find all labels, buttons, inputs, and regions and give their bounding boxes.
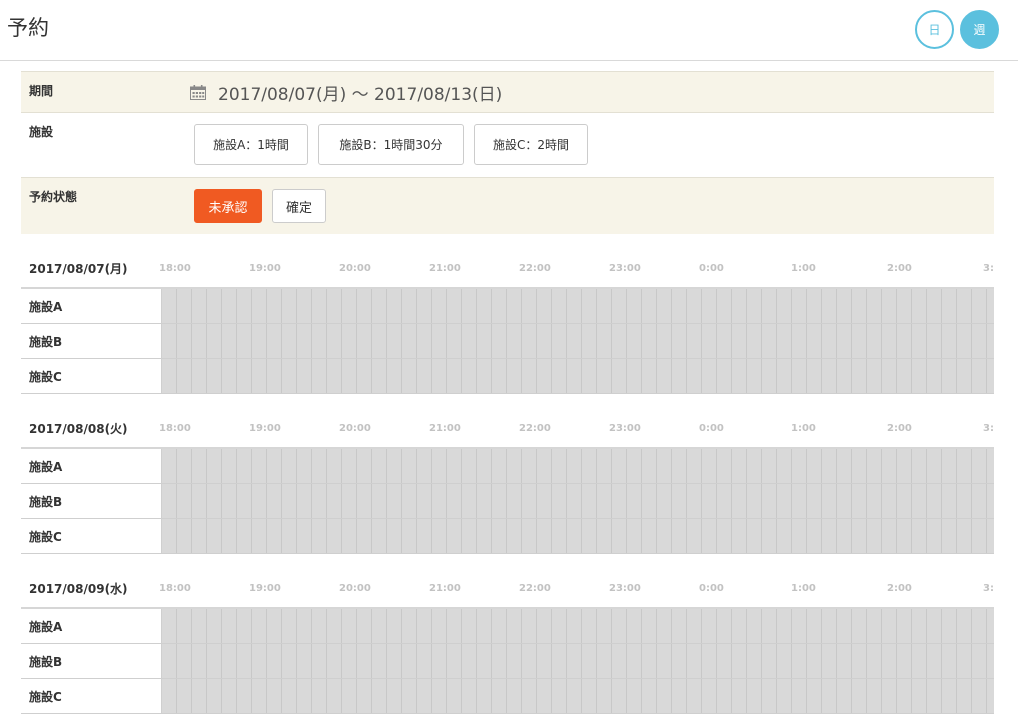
- facility-a-button[interactable]: 施設A：1時間: [194, 124, 308, 165]
- facility-row: 施設B: [21, 644, 994, 679]
- time-label: 21:00: [429, 423, 461, 434]
- day-date: 2017/08/07(月): [29, 262, 128, 276]
- day-date: 2017/08/09(水): [29, 582, 128, 596]
- row-divider: [161, 324, 162, 358]
- time-label: 3:00: [983, 263, 994, 274]
- facility-row-label: 施設B: [21, 324, 161, 358]
- facility-row-label: 施設A: [21, 449, 161, 483]
- row-divider: [161, 609, 162, 643]
- facility-row: 施設C: [21, 679, 994, 714]
- facility-row: 施設A: [21, 609, 994, 644]
- facility-row: 施設A: [21, 289, 994, 324]
- facility-filter-row: 施設 施設A：1時間 施設B：1時間30分 施設C：2時間: [21, 113, 994, 178]
- facility-row-label: 施設C: [21, 519, 161, 553]
- time-label: 1:00: [791, 583, 816, 594]
- facility-label: 施設: [29, 125, 54, 139]
- calendar-icon: [190, 85, 206, 100]
- time-label: 23:00: [609, 263, 641, 274]
- day-header: 2017/08/09(水) 18:00 19:00 20:00 21:00 22:00 23…: [21, 574, 994, 604]
- facility-row: 施設B: [21, 324, 994, 359]
- time-label: 1:00: [791, 263, 816, 274]
- time-label: 2:00: [887, 423, 912, 434]
- week-view-button[interactable]: 週: [960, 10, 999, 49]
- time-label: 19:00: [249, 263, 281, 274]
- status-filter-row: 予約状態 未承認 確定: [21, 178, 994, 234]
- facility-row: 施設C: [21, 519, 994, 554]
- period-filter-row: 期間 2017/08/07(月) ～ 2017/08/13(日): [21, 71, 994, 113]
- row-divider: [161, 679, 162, 713]
- time-label: 0:00: [699, 583, 724, 594]
- period-value: 2017/08/07(月) ～ 2017/08/13(日): [218, 85, 503, 105]
- row-divider: [161, 289, 162, 323]
- day-header: 2017/08/08(火) 18:00 19:00 20:00 21:00 22:00 23…: [21, 414, 994, 444]
- day-schedule: 2017/08/08(火) 18:00 19:00 20:00 21:00 22:00 23…: [21, 414, 994, 554]
- time-label: 23:00: [609, 423, 641, 434]
- time-label: 0:00: [699, 423, 724, 434]
- period-label: 期間: [29, 84, 54, 98]
- facility-row-label: 施設C: [21, 359, 161, 393]
- facility-row-label: 施設C: [21, 679, 161, 713]
- day-view-button[interactable]: 日: [915, 10, 954, 49]
- time-label: 18:00: [159, 263, 191, 274]
- time-label: 20:00: [339, 423, 371, 434]
- facility-row: 施設C: [21, 359, 994, 394]
- page-header: 予約 日 週: [0, 0, 1018, 61]
- row-divider: [161, 484, 162, 518]
- pending-status-button[interactable]: 未承認: [194, 189, 262, 223]
- time-label: 20:00: [339, 263, 371, 274]
- time-label: 22:00: [519, 263, 551, 274]
- facility-row-label: 施設A: [21, 609, 161, 643]
- period-picker[interactable]: 2017/08/07(月) ～ 2017/08/13(日): [190, 80, 502, 105]
- time-label: 0:00: [699, 263, 724, 274]
- time-label: 20:00: [339, 583, 371, 594]
- facility-row: 施設A: [21, 449, 994, 484]
- time-label: 18:00: [159, 423, 191, 434]
- time-label: 1:00: [791, 423, 816, 434]
- time-label: 3:00: [983, 423, 994, 434]
- facility-row-label: 施設B: [21, 644, 161, 678]
- day-schedule: 2017/08/09(水) 18:00 19:00 20:00 21:00 22:00 23…: [21, 574, 994, 714]
- day-schedule: 2017/08/07(月) 18:00 19:00 20:00 21:00 22:00 23…: [21, 254, 994, 394]
- status-label: 予約状態: [29, 190, 78, 204]
- time-label: 23:00: [609, 583, 641, 594]
- facility-row-label: 施設A: [21, 289, 161, 323]
- time-label: 21:00: [429, 583, 461, 594]
- confirmed-status-button[interactable]: 確定: [272, 189, 326, 223]
- row-divider: [161, 359, 162, 393]
- facility-row: 施設B: [21, 484, 994, 519]
- time-label: 2:00: [887, 263, 912, 274]
- day-date: 2017/08/08(火): [29, 422, 128, 436]
- page-title: 予約: [7, 16, 49, 40]
- row-divider: [161, 644, 162, 678]
- time-label: 22:00: [519, 583, 551, 594]
- day-header: 2017/08/07(月) 18:00 19:00 20:00 21:00 22:00 23…: [21, 254, 994, 284]
- row-divider: [161, 449, 162, 483]
- facility-c-button[interactable]: 施設C：2時間: [474, 124, 588, 165]
- time-label: 22:00: [519, 423, 551, 434]
- facility-b-button[interactable]: 施設B：1時間30分: [318, 124, 464, 165]
- time-label: 21:00: [429, 263, 461, 274]
- time-label: 19:00: [249, 583, 281, 594]
- facility-row-label: 施設B: [21, 484, 161, 518]
- time-label: 18:00: [159, 583, 191, 594]
- time-label: 2:00: [887, 583, 912, 594]
- time-label: 19:00: [249, 423, 281, 434]
- row-divider: [161, 519, 162, 553]
- time-label: 3:00: [983, 583, 994, 594]
